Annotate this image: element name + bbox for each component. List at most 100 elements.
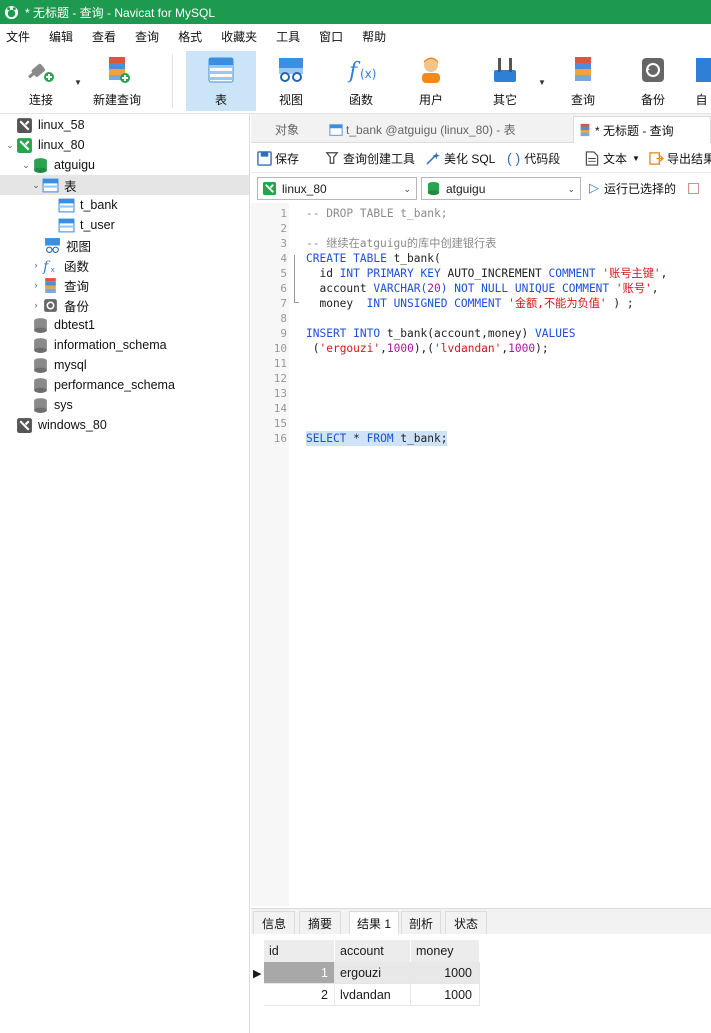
other-dropdown-arrow-icon[interactable]: ▼ — [538, 78, 546, 87]
tree-connection-linux-58[interactable]: linux_58 — [4, 115, 85, 135]
save-button[interactable]: 保存 — [257, 149, 299, 167]
tab-untitled-query[interactable]: * 无标题 - 查询 — [573, 116, 711, 143]
menu-help[interactable]: 帮助 — [356, 28, 399, 45]
tree-database-information-schema[interactable]: information_schema — [32, 335, 167, 355]
tab-info[interactable]: 信息 — [253, 911, 295, 935]
tree-database-sys[interactable]: sys — [32, 395, 73, 415]
connection-tree: linux_58 ⌄ linux_80 ⌄ atguigu ⌄ 表 t_bank… — [0, 114, 250, 1033]
tab-summary[interactable]: 摘要 — [299, 911, 341, 935]
tab-t-bank-table[interactable]: t_bank @atguigu (linux_80) - 表 — [325, 116, 571, 143]
line-number: 15 — [273, 417, 287, 430]
export-result-button[interactable]: 导出结果 — [649, 149, 711, 167]
line-number: 6 — [280, 282, 287, 295]
table-cell[interactable]: 1000 — [411, 962, 480, 984]
connect-button[interactable]: 连接 — [8, 51, 74, 111]
menu-favorites[interactable]: 收藏夹 — [215, 28, 270, 45]
line-number: 5 — [280, 267, 287, 280]
table-cell[interactable]: 1 — [264, 962, 335, 984]
column-header-id[interactable]: id — [264, 940, 335, 962]
tree-folder-functions[interactable]: › fx 函数 — [30, 255, 90, 275]
svg-text:f: f — [347, 59, 361, 84]
column-header-money[interactable]: money — [411, 940, 480, 962]
query-builder-button[interactable]: 查询创建工具 — [325, 149, 415, 167]
auto-run-button[interactable]: 自 — [692, 51, 711, 111]
line-number: 11 — [273, 357, 287, 370]
tab-profile[interactable]: 剖析 — [401, 911, 441, 935]
tree-database-atguigu[interactable]: ⌄ atguigu — [20, 155, 95, 175]
new-query-button[interactable]: 新建查询 — [86, 51, 148, 111]
fold-guide — [294, 255, 295, 303]
sql-editor[interactable]: 1 2 3 4 5 6 7 8 9 10 11 12 13 14 15 16 -… — [251, 203, 711, 906]
menu-tools[interactable]: 工具 — [270, 28, 313, 45]
tab-status[interactable]: 状态 — [445, 911, 487, 935]
table-cell[interactable]: 2 — [264, 984, 335, 1006]
table-button[interactable]: 表 — [186, 51, 256, 111]
menu-view[interactable]: 查看 — [86, 28, 129, 45]
result-grid: id account money ▶ 1 ergouzi 1000 2 lvda… — [251, 934, 711, 1033]
tools-icon — [494, 58, 516, 82]
tab-result-1[interactable]: 结果 1 — [349, 911, 399, 935]
chevron-right-icon[interactable]: › — [30, 300, 42, 310]
tree-connection-windows-80[interactable]: windows_80 — [4, 415, 107, 435]
chevron-right-icon[interactable]: › — [30, 260, 42, 270]
chevron-down-icon[interactable]: ⌄ — [30, 180, 42, 191]
tree-table-t-user[interactable]: t_user — [58, 215, 115, 235]
document-tabs: 对象 t_bank @atguigu (linux_80) - 表 * 无标题 … — [251, 114, 711, 143]
menu-format[interactable]: 格式 — [172, 28, 215, 45]
code-line-10: ('ergouzi',1000),('lvdandan',1000); — [306, 342, 549, 355]
tree-folder-queries[interactable]: › 查询 — [30, 275, 89, 295]
menu-edit[interactable]: 编辑 — [43, 28, 86, 45]
database-icon — [34, 357, 47, 373]
table-folder-icon — [42, 178, 59, 192]
menu-window[interactable]: 窗口 — [313, 28, 356, 45]
database-select[interactable]: atguigu ⌄ — [421, 177, 581, 200]
beautify-sql-button[interactable]: 美化 SQL — [425, 149, 495, 167]
tree-database-mysql[interactable]: mysql — [32, 355, 87, 375]
tree-folder-tables[interactable]: ⌄ 表 — [0, 175, 249, 195]
tree-table-t-bank[interactable]: t_bank — [58, 195, 118, 215]
chevron-down-icon[interactable]: ⌄ — [4, 140, 16, 151]
tree-folder-views[interactable]: 视图 — [44, 235, 91, 255]
menu-file[interactable]: 文件 — [0, 28, 43, 45]
function-button[interactable]: f (x) 函数 — [330, 51, 392, 111]
tab-objects[interactable]: 对象 — [251, 116, 323, 143]
line-number: 14 — [273, 402, 287, 415]
user-button[interactable]: 用户 — [400, 51, 462, 111]
run-selected-button[interactable]: ▷ 运行已选择的 — [589, 179, 700, 197]
text-dropdown-arrow-icon[interactable]: ▼ — [632, 154, 640, 163]
text-button[interactable]: 文本 ▼ — [585, 149, 640, 167]
code-line-16-selected: SELECT * FROM t_bank; — [306, 431, 448, 446]
table-icon — [329, 123, 343, 136]
table-cell[interactable]: 1000 — [411, 984, 480, 1006]
connection-select[interactable]: linux_80 ⌄ — [257, 177, 417, 200]
result-tabs: 信息 摘要 结果 1 剖析 状态 — [251, 908, 711, 935]
query-button[interactable]: 查询 — [552, 51, 614, 111]
tree-database-performance-schema[interactable]: performance_schema — [32, 375, 175, 395]
view-button[interactable]: 视图 — [260, 51, 322, 111]
menu-query[interactable]: 查询 — [129, 28, 172, 45]
code-snippets-button[interactable]: ( ) 代码段 — [507, 149, 560, 167]
fold-guide-end — [294, 302, 299, 303]
chevron-right-icon[interactable]: › — [30, 280, 42, 290]
code-line-5: id INT PRIMARY KEY AUTO_INCREMENT COMMEN… — [306, 267, 668, 280]
table-cell[interactable]: ergouzi — [335, 962, 411, 984]
connect-dropdown-arrow-icon[interactable]: ▼ — [74, 78, 82, 87]
line-number-gutter: 1 2 3 4 5 6 7 8 9 10 11 12 13 14 15 16 — [251, 203, 289, 906]
column-header-account[interactable]: account — [335, 940, 411, 962]
function-icon: fx — [42, 258, 55, 273]
current-row-marker-icon: ▶ — [253, 967, 262, 980]
navicat-logo-icon — [4, 5, 19, 19]
database-active-icon — [427, 181, 440, 196]
tree-connection-linux-80[interactable]: ⌄ linux_80 — [4, 135, 85, 155]
tree-folder-backups[interactable]: › 备份 — [30, 295, 89, 315]
database-active-icon — [34, 157, 47, 173]
tree-database-dbtest1[interactable]: dbtest1 — [32, 315, 95, 335]
stop-icon[interactable] — [688, 182, 700, 194]
line-number: 4 — [280, 252, 287, 265]
other-button[interactable]: 其它 — [472, 51, 538, 111]
beautify-icon — [426, 151, 440, 165]
line-number: 9 — [280, 327, 287, 340]
chevron-down-icon[interactable]: ⌄ — [20, 160, 32, 171]
table-cell[interactable]: lvdandan — [335, 984, 411, 1006]
backup-button[interactable]: 备份 — [622, 51, 684, 111]
